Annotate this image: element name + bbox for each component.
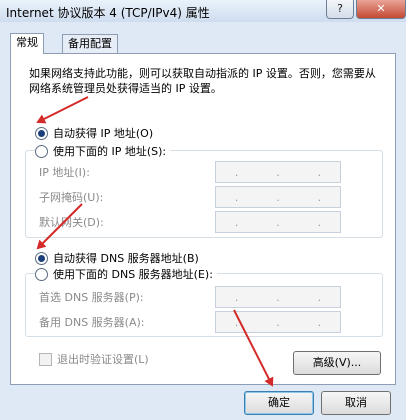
title-bar: Internet 协议版本 4 (TCP/IPv4) 属性 ? ✕ [0, 0, 406, 22]
radio-selected-icon [35, 126, 48, 140]
tab-general[interactable]: 常规 [10, 33, 44, 54]
general-panel: 如果网络支持此功能，则可以获取自动指派的 IP 设置。否则，您需要从网络系统管理… [10, 53, 396, 385]
advanced-button[interactable]: 高级(V)... [293, 351, 381, 375]
tab-alternate-config[interactable]: 备用配置 [62, 34, 118, 53]
subnet-mask-input[interactable]: ... [215, 186, 341, 208]
ip-manual-label: 使用下面的 IP 地址(S): [53, 145, 167, 158]
alternate-dns-input[interactable]: ... [215, 311, 341, 333]
ip-manual-radio[interactable]: 使用下面的 IP 地址(S): [35, 143, 171, 159]
dns-manual-radio[interactable]: 使用下面的 DNS 服务器地址(E): [35, 266, 217, 282]
ip-address-label: IP 地址(I): [39, 166, 90, 179]
preferred-dns-label: 首选 DNS 服务器(P): [39, 291, 144, 304]
default-gateway-input[interactable]: ... [215, 211, 341, 233]
alternate-dns-label: 备用 DNS 服务器(A): [39, 316, 145, 329]
preferred-dns-input[interactable]: ... [215, 286, 341, 308]
subnet-mask-label: 子网掩码(U): [39, 191, 104, 204]
checkbox-icon [39, 352, 52, 366]
validate-settings-label: 退出时验证设置(L) [57, 353, 149, 366]
help-button[interactable]: ? [326, 0, 354, 19]
description-text: 如果网络支持此功能，则可以获取自动指派的 IP 设置。否则，您需要从网络系统管理… [29, 67, 376, 95]
window-title: Internet 协议版本 4 (TCP/IPv4) 属性 [6, 6, 210, 20]
dns-manual-label: 使用下面的 DNS 服务器地址(E): [53, 268, 213, 281]
ip-auto-radio[interactable]: 自动获得 IP 地址(O) [35, 125, 153, 141]
ip-auto-label: 自动获得 IP 地址(O) [53, 127, 154, 140]
dialog-window: Internet 协议版本 4 (TCP/IPv4) 属性 ? ✕ 常规 备用配… [0, 0, 406, 420]
ip-address-input[interactable]: ... [215, 161, 341, 183]
cancel-button[interactable]: 取消 [321, 391, 391, 415]
default-gateway-label: 默认网关(D): [39, 216, 104, 229]
radio-selected-icon [35, 251, 48, 265]
radio-unselected-icon [35, 267, 48, 281]
validate-settings-checkbox[interactable]: 退出时验证设置(L) [39, 351, 149, 367]
radio-unselected-icon [35, 144, 48, 158]
ok-button[interactable]: 确定 [244, 391, 314, 415]
dns-auto-radio[interactable]: 自动获得 DNS 服务器地址(B) [35, 250, 199, 266]
close-button[interactable]: ✕ [356, 0, 406, 19]
dns-auto-label: 自动获得 DNS 服务器地址(B) [53, 252, 199, 265]
